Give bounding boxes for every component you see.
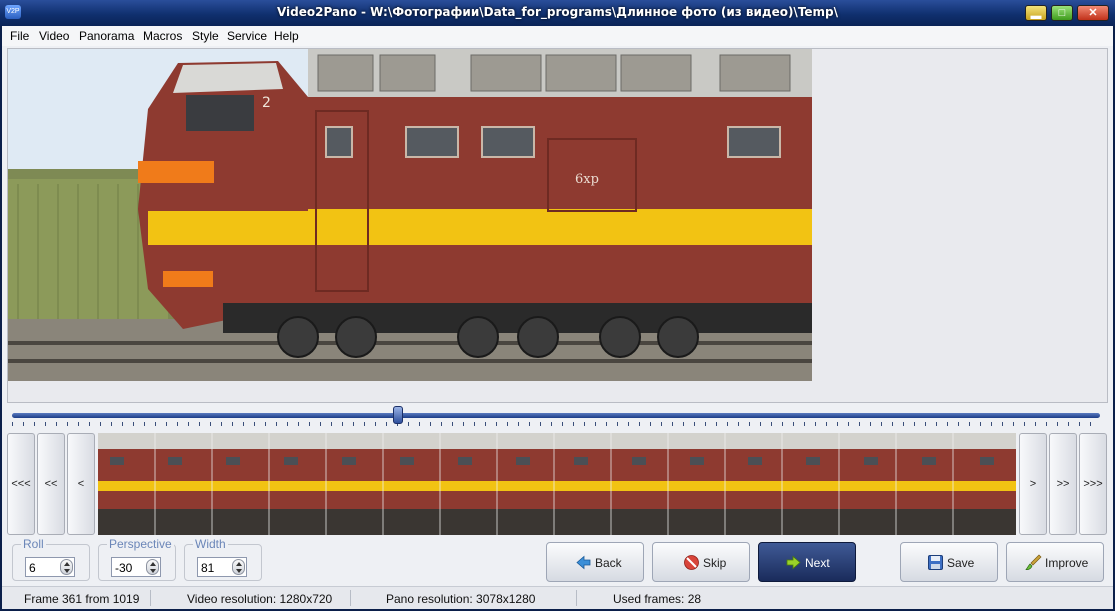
width-group: Width 81 [184, 537, 262, 581]
frame-slider[interactable] [7, 404, 1108, 430]
status-separator [576, 590, 577, 606]
skip-button-label: Skip [703, 556, 727, 570]
frame-thumbnails[interactable] [98, 433, 1016, 535]
filmstrip: <<< << < > >> >>> [7, 431, 1108, 537]
floppy-disk-icon [928, 555, 943, 570]
back-button-label: Back [595, 556, 622, 570]
prev-frame-button[interactable]: < [67, 433, 95, 535]
slider-ticks [12, 422, 1100, 426]
title-bar[interactable]: V2P Video2Pano - W:\Фотографии\Data_for_… [0, 0, 1115, 26]
perspective-stepper[interactable]: -30 [111, 557, 161, 577]
panorama-viewer[interactable]: 2 6хр [7, 48, 1108, 403]
perspective-value[interactable]: -30 [115, 561, 132, 575]
last-frames-button[interactable]: >>> [1079, 433, 1107, 535]
minimize-button[interactable]: ▬ [1025, 5, 1047, 22]
next-frame-button[interactable]: > [1019, 433, 1047, 535]
menu-style[interactable]: Style [192, 29, 219, 43]
next-arrow-icon [786, 555, 801, 570]
client-area: File Video Panorama Macros Style Service… [2, 26, 1113, 609]
save-button-label: Save [947, 556, 975, 570]
locomotive-side-text: 6хр [575, 172, 599, 187]
roll-spin-arrows-icon[interactable] [60, 559, 73, 575]
cab-number-text: 2 [262, 95, 271, 111]
video-resolution: Video resolution: 1280x720 [187, 592, 333, 606]
used-frames: Used frames: 28 [613, 592, 702, 606]
back-button[interactable]: Back [546, 542, 644, 582]
back-arrow-icon [576, 555, 591, 570]
prev-page-button[interactable]: << [37, 433, 65, 535]
improve-button[interactable]: Improve [1006, 542, 1104, 582]
maximize-button[interactable]: □ [1051, 5, 1073, 21]
menu-help[interactable]: Help [274, 29, 299, 43]
slider-track[interactable] [12, 413, 1100, 418]
menu-macros[interactable]: Macros [143, 29, 182, 43]
menu-service[interactable]: Service [227, 29, 267, 43]
window-title: Video2Pano - W:\Фотографии\Data_for_prog… [276, 5, 839, 19]
width-spin-arrows-icon[interactable] [232, 559, 245, 575]
perspective-group: Perspective -30 [98, 537, 176, 581]
menu-file[interactable]: File [10, 29, 29, 43]
improve-button-label: Improve [1045, 556, 1089, 570]
status-separator [150, 590, 151, 606]
width-value[interactable]: 81 [201, 561, 214, 575]
brush-icon [1025, 554, 1042, 570]
roll-group: Roll 6 [12, 537, 90, 581]
width-label: Width [193, 537, 228, 551]
width-stepper[interactable]: 81 [197, 557, 247, 577]
perspective-spin-arrows-icon[interactable] [146, 559, 159, 575]
save-button[interactable]: Save [900, 542, 998, 582]
status-bar: Frame 361 from 1019 Video resolution: 12… [2, 586, 1113, 609]
locomotive-illustration: 2 6хр [8, 49, 812, 381]
maximize-icon: □ [1058, 7, 1066, 19]
panorama-image: 2 6хр [8, 49, 812, 381]
frame-counter: Frame 361 from 1019 [24, 592, 140, 606]
minimize-icon: ▬ [1030, 10, 1042, 22]
roll-label: Roll [21, 537, 46, 551]
status-separator [350, 590, 351, 606]
skip-button[interactable]: Skip [652, 542, 750, 582]
menu-video[interactable]: Video [39, 29, 69, 43]
next-button[interactable]: Next [758, 542, 856, 582]
slider-thumb[interactable] [393, 406, 403, 424]
perspective-label: Perspective [107, 537, 174, 551]
close-icon: ✕ [1088, 7, 1098, 19]
next-button-label: Next [805, 556, 830, 570]
menu-panorama[interactable]: Panorama [79, 29, 134, 43]
thumbnail-strip [98, 433, 1016, 535]
skip-icon [684, 555, 699, 570]
menu-bar: File Video Panorama Macros Style Service… [2, 26, 1113, 46]
next-page-button[interactable]: >> [1049, 433, 1077, 535]
first-frames-button[interactable]: <<< [7, 433, 35, 535]
roll-stepper[interactable]: 6 [25, 557, 75, 577]
roll-value[interactable]: 6 [29, 561, 36, 575]
close-button[interactable]: ✕ [1077, 5, 1109, 21]
pano-resolution: Pano resolution: 3078x1280 [386, 592, 536, 606]
